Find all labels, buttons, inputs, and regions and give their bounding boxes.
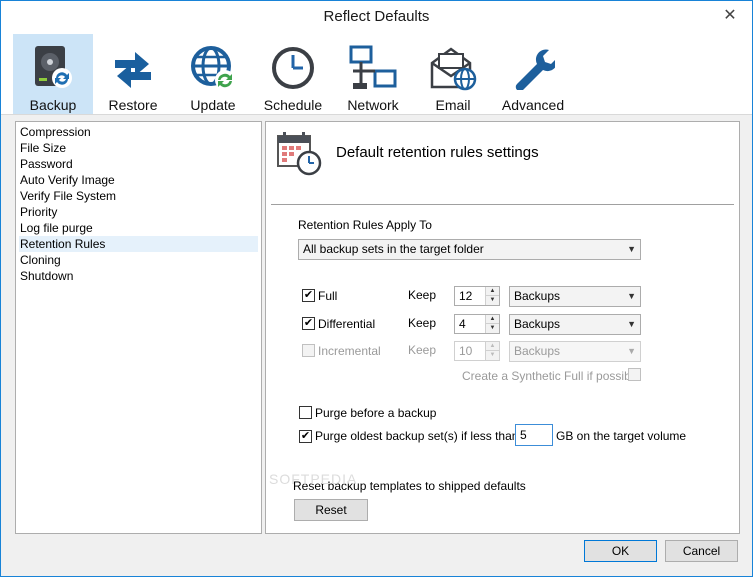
differential-unit-dropdown[interactable]: Backups ▼ [509, 314, 641, 335]
list-item-verify-file-system[interactable]: Verify File System [19, 188, 258, 204]
backup-icon [28, 42, 78, 94]
category-toolbar: Backup Restore Update Schedule Network E… [1, 32, 752, 115]
purge-oldest-label: Purge oldest backup set(s) if less than [315, 429, 519, 443]
cancel-button[interactable]: Cancel [665, 540, 738, 562]
differential-keep-stepper[interactable]: 4 ▲ ▼ [454, 314, 500, 334]
spin-down-icon[interactable]: ▼ [486, 296, 499, 305]
tab-network-label: Network [347, 97, 399, 113]
differential-label: Differential [318, 317, 376, 331]
reflect-defaults-window: Reflect Defaults ✕ Backup Restore Update… [0, 0, 753, 577]
tab-schedule[interactable]: Schedule [253, 34, 333, 114]
list-item-password[interactable]: Password [19, 156, 258, 172]
update-icon [188, 42, 238, 94]
reset-button[interactable]: Reset [294, 499, 368, 521]
spin-down-icon[interactable]: ▼ [486, 324, 499, 333]
calendar-clock-icon [276, 130, 322, 176]
spin-up-icon[interactable]: ▲ [486, 287, 499, 296]
clock-icon [268, 42, 318, 94]
panel-divider [271, 204, 734, 205]
panel-title: Default retention rules settings [336, 144, 539, 161]
synthetic-full-checkbox[interactable] [628, 368, 641, 381]
purge-before-label: Purge before a backup [315, 406, 437, 420]
tab-advanced-label: Advanced [501, 97, 565, 113]
wrench-icon [508, 42, 558, 94]
incremental-unit-value: Backups [514, 344, 561, 358]
list-item-compression[interactable]: Compression [19, 124, 258, 140]
incremental-label: Incremental [318, 344, 381, 358]
apply-to-label: Retention Rules Apply To [298, 218, 432, 232]
list-item-cloning[interactable]: Cloning [19, 252, 258, 268]
list-item-log-file-purge[interactable]: Log file purge [19, 220, 258, 236]
list-item-auto-verify-image[interactable]: Auto Verify Image [19, 172, 258, 188]
tab-backup[interactable]: Backup [13, 34, 93, 114]
tab-schedule-label: Schedule [263, 97, 323, 113]
close-button[interactable]: ✕ [716, 4, 744, 26]
tab-restore[interactable]: Restore [93, 34, 173, 114]
tab-update[interactable]: Update [173, 34, 253, 114]
purge-oldest-gb-input[interactable]: 5 [515, 424, 553, 446]
window-title: Reflect Defaults [323, 8, 430, 25]
chevron-down-icon: ▼ [627, 244, 636, 254]
list-item-priority[interactable]: Priority [19, 204, 258, 220]
apply-to-dropdown[interactable]: All backup sets in the target folder ▼ [298, 239, 641, 260]
full-keep-label: Keep [408, 288, 437, 302]
close-icon: ✕ [723, 7, 737, 24]
incremental-keep-stepper[interactable]: 10 ▲ ▼ [454, 341, 500, 361]
watermark: SOFTPEDIA [269, 471, 358, 487]
restore-icon [108, 42, 158, 94]
full-checkbox[interactable]: ✔ [302, 289, 315, 302]
chevron-down-icon: ▼ [627, 319, 636, 329]
settings-category-list: Compression File Size Password Auto Veri… [15, 121, 262, 534]
purge-before-checkbox[interactable] [299, 406, 312, 419]
tab-restore-label: Restore [108, 97, 158, 113]
chevron-down-icon: ▼ [627, 291, 636, 301]
list-item-shutdown[interactable]: Shutdown [19, 268, 258, 284]
chevron-down-icon: ▼ [627, 346, 636, 356]
network-icon [348, 42, 398, 94]
email-icon [428, 42, 478, 94]
incremental-unit-dropdown[interactable]: Backups ▼ [509, 341, 641, 362]
full-keep-stepper[interactable]: 12 ▲ ▼ [454, 286, 500, 306]
incremental-keep-value: 10 [459, 344, 473, 358]
apply-to-value: All backup sets in the target folder [303, 242, 484, 256]
tab-backup-label: Backup [29, 97, 77, 113]
differential-keep-value: 4 [459, 317, 466, 331]
list-item-file-size[interactable]: File Size [19, 140, 258, 156]
synthetic-full-label: Create a Synthetic Full if possible [462, 369, 641, 383]
title-bar: Reflect Defaults ✕ [1, 1, 752, 32]
tab-update-label: Update [190, 97, 236, 113]
full-label: Full [318, 289, 338, 303]
differential-checkbox[interactable]: ✔ [302, 317, 315, 330]
ok-button[interactable]: OK [584, 540, 657, 562]
differential-unit-value: Backups [514, 317, 561, 331]
incremental-keep-label: Keep [408, 343, 437, 357]
differential-keep-label: Keep [408, 316, 437, 330]
incremental-checkbox[interactable] [302, 344, 315, 357]
spin-up-icon[interactable]: ▲ [486, 342, 499, 351]
purge-oldest-checkbox[interactable]: ✔ [299, 430, 312, 443]
spin-up-icon[interactable]: ▲ [486, 315, 499, 324]
full-unit-dropdown[interactable]: Backups ▼ [509, 286, 641, 307]
purge-oldest-suffix: GB on the target volume [556, 429, 687, 443]
full-unit-value: Backups [514, 289, 561, 303]
full-keep-value: 12 [459, 289, 473, 303]
list-item-retention-rules[interactable]: Retention Rules [19, 236, 258, 252]
tab-email[interactable]: Email [413, 34, 493, 114]
tab-email-label: Email [435, 97, 471, 113]
spin-down-icon[interactable]: ▼ [486, 351, 499, 360]
tab-advanced[interactable]: Advanced [493, 34, 573, 114]
tab-network[interactable]: Network [333, 34, 413, 114]
